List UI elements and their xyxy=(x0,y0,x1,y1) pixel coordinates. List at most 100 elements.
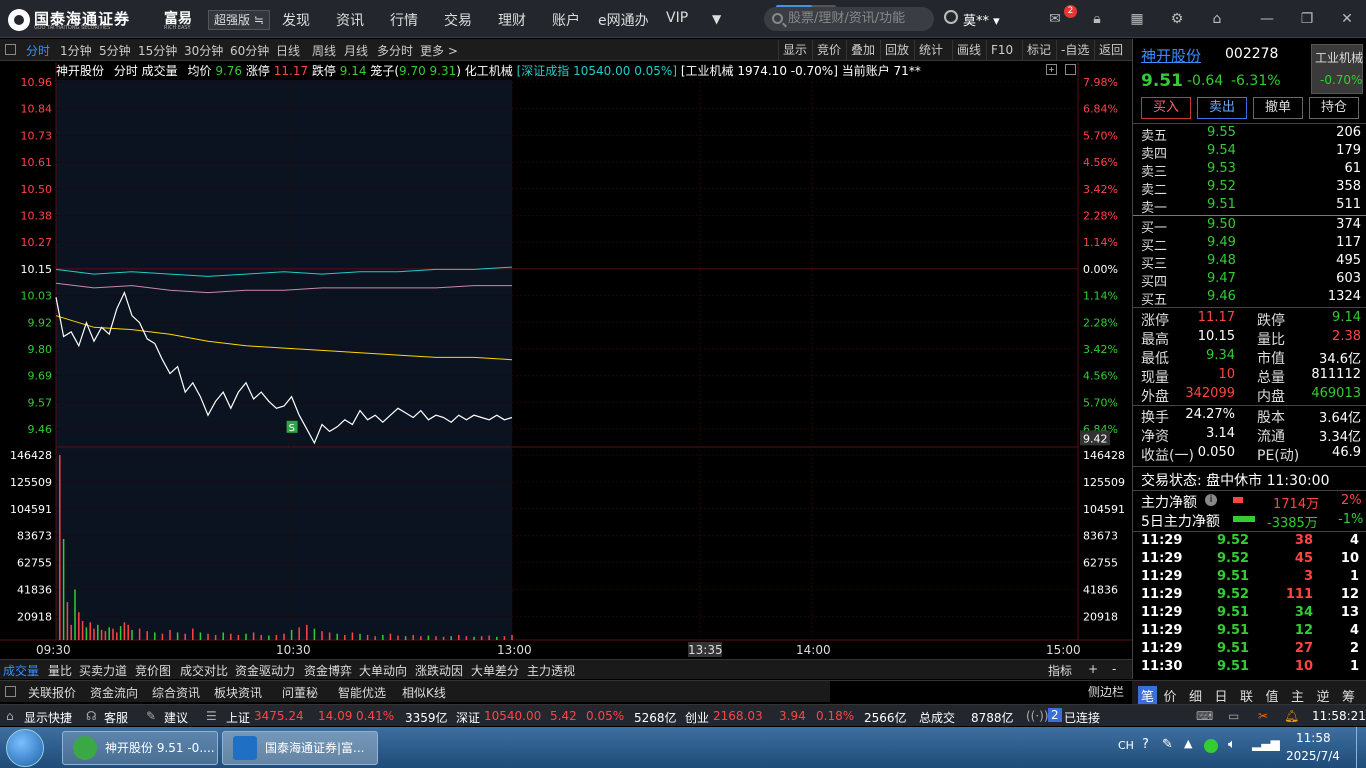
toolbar-btn-7[interactable]: 标记 xyxy=(1022,40,1055,60)
indicator-tab-8[interactable]: 涨跌动因 xyxy=(415,662,463,679)
toolbar-btn-6[interactable]: F10 xyxy=(986,40,1017,60)
indicator-tab-6[interactable]: 资金博弈 xyxy=(304,662,352,679)
settings-icon[interactable]: ⚙ xyxy=(1168,10,1186,28)
task-broker-window[interactable]: 国泰海通证券|富... xyxy=(222,731,378,765)
user-name[interactable]: 莫** ▾ xyxy=(963,10,1000,29)
mail-icon[interactable]: ✉ xyxy=(1046,10,1064,28)
start-button-icon[interactable] xyxy=(6,729,44,767)
indicator-tab-4[interactable]: 成交对比 xyxy=(180,662,228,679)
ask-row[interactable]: 卖一 9.51 511 xyxy=(1141,197,1361,216)
quote-tab-5[interactable]: 值 xyxy=(1266,686,1279,705)
period-tab-5[interactable]: 60分钟 xyxy=(230,42,269,59)
restore-icon[interactable]: ❐ xyxy=(1298,10,1316,28)
volume-icon[interactable]: 🔈︎ xyxy=(1228,737,1236,752)
indicator-tab-9[interactable]: 大单差分 xyxy=(471,662,519,679)
skin-icon[interactable]: ⌂ xyxy=(1208,10,1226,28)
quote-tab-7[interactable]: 逆 xyxy=(1317,686,1330,705)
period-tab-1[interactable]: 1分钟 xyxy=(60,42,92,59)
tool-icon[interactable]: ✂ xyxy=(1258,709,1268,723)
network-icon[interactable]: ▂▄▆ xyxy=(1252,737,1280,751)
toolbar-btn-0[interactable]: 显示 xyxy=(778,40,811,60)
close-icon[interactable]: ✕ xyxy=(1338,10,1356,28)
quote-tab-2[interactable]: 细 xyxy=(1189,686,1202,705)
subbar-toggle-icon[interactable] xyxy=(5,686,16,697)
subbar-item-4[interactable]: 问董秘 xyxy=(282,684,318,701)
toolbar-btn-8[interactable]: -自选 xyxy=(1056,40,1093,60)
suggest-link[interactable]: 建议 xyxy=(164,709,188,726)
nav-vip[interactable]: VIP xyxy=(666,10,688,26)
tray-app-icon[interactable] xyxy=(1204,739,1218,753)
subbar-item-6[interactable]: 相似K线 xyxy=(402,684,446,701)
sidebar-toggle[interactable]: 侧边栏 xyxy=(1088,683,1124,700)
indicator-ctrl-1[interactable]: + xyxy=(1088,662,1098,676)
quote-tab-6[interactable]: 主 xyxy=(1291,686,1304,705)
period-tab-9[interactable]: 多分时 xyxy=(377,42,413,59)
indicator-tab-1[interactable]: 量比 xyxy=(48,662,72,679)
tray-edit-icon[interactable]: ✎ xyxy=(1162,737,1173,752)
toggle-panel-icon[interactable] xyxy=(5,44,16,55)
period-tab-3[interactable]: 15分钟 xyxy=(138,42,177,59)
nav-account[interactable]: 账户 xyxy=(552,10,580,30)
position-button[interactable]: 持仓 xyxy=(1309,97,1359,119)
indicator-tab-7[interactable]: 大单动向 xyxy=(359,662,407,679)
cancel-order-button[interactable]: 撤单 xyxy=(1253,97,1303,119)
quote-tab-1[interactable]: 价 xyxy=(1164,686,1177,705)
grid-icon[interactable]: ▦ xyxy=(1128,10,1146,28)
subbar-item-2[interactable]: 综合资讯 xyxy=(152,684,200,701)
nav-finance[interactable]: 理财 xyxy=(498,10,526,30)
show-desktop-button[interactable] xyxy=(1356,727,1366,768)
user-icon[interactable] xyxy=(944,10,958,24)
bid-row[interactable]: 买一 9.50 374 xyxy=(1141,217,1361,236)
ask-row[interactable]: 卖四 9.54 179 xyxy=(1141,143,1361,162)
edition-switch[interactable]: 超强版 ≒ xyxy=(208,10,270,30)
quote-tab-8[interactable]: 筹 xyxy=(1342,686,1355,705)
buy-button[interactable]: 买入 xyxy=(1141,97,1191,119)
indicator-ctrl-2[interactable]: - xyxy=(1112,662,1116,676)
connection-status[interactable]: 已连接 xyxy=(1064,709,1100,726)
nav-eservice[interactable]: e网通办 xyxy=(598,10,649,30)
toolbar-btn-9[interactable]: 返回 xyxy=(1094,40,1127,60)
info-icon[interactable]: i xyxy=(1205,494,1217,506)
toolbar-btn-3[interactable]: 回放 xyxy=(880,40,913,60)
period-tab-0[interactable]: 分时 xyxy=(26,42,50,59)
nav-more-dropdown-icon[interactable]: ▼ xyxy=(712,12,721,26)
tray-arrow-icon[interactable]: ▲ xyxy=(1184,737,1192,750)
quote-tab-4[interactable]: 联 xyxy=(1240,686,1253,705)
subbar-item-5[interactable]: 智能优选 xyxy=(338,684,386,701)
nav-trade[interactable]: 交易 xyxy=(444,10,472,30)
ticker-menu-icon[interactable]: ☰ xyxy=(206,709,217,723)
lock-icon[interactable]: 🔒︎ xyxy=(1088,10,1106,28)
subbar-item-3[interactable]: 板块资讯 xyxy=(214,684,262,701)
sell-button[interactable]: 卖出 xyxy=(1197,97,1247,119)
period-tab-8[interactable]: 月线 xyxy=(344,42,368,59)
nav-market[interactable]: 行情 xyxy=(390,10,418,30)
sector-box[interactable]: 工业机械 -0.70% xyxy=(1311,44,1363,94)
quote-stock-name[interactable]: 神开股份 xyxy=(1141,45,1201,66)
keyboard-icon[interactable]: ⌨ xyxy=(1196,709,1213,723)
screen-icon[interactable]: ▭ xyxy=(1228,709,1239,723)
quote-tab-0[interactable]: 笔 xyxy=(1138,686,1158,705)
subbar-item-0[interactable]: 关联报价 xyxy=(28,684,76,701)
bid-row[interactable]: 买四 9.47 603 xyxy=(1141,271,1361,290)
subbar-item-1[interactable]: 资金流向 xyxy=(90,684,138,701)
bell-icon[interactable]: 🔔︎ xyxy=(1284,709,1299,723)
indicator-tab-2[interactable]: 买卖力道 xyxy=(79,662,127,679)
nav-discover[interactable]: 发现 xyxy=(282,10,310,30)
indicator-ctrl-0[interactable]: 指标 xyxy=(1048,662,1072,679)
tray-help-icon[interactable]: ? xyxy=(1142,737,1149,752)
period-tab-6[interactable]: 日线 xyxy=(276,42,300,59)
task-stock-window[interactable]: 神开股份 9.51 -0.... xyxy=(62,731,218,765)
toolbar-btn-2[interactable]: 叠加 xyxy=(846,40,879,60)
bid-row[interactable]: 买三 9.48 495 xyxy=(1141,253,1361,272)
ask-row[interactable]: 卖二 9.52 358 xyxy=(1141,179,1361,198)
ask-row[interactable]: 卖五 9.55 206 xyxy=(1141,125,1361,144)
period-tab-10[interactable]: 更多 > xyxy=(420,42,458,59)
toolbar-btn-5[interactable]: 画线 xyxy=(952,40,985,60)
ask-row[interactable]: 卖三 9.53 61 xyxy=(1141,161,1361,180)
bid-row[interactable]: 买二 9.49 117 xyxy=(1141,235,1361,254)
indicator-tab-3[interactable]: 竞价图 xyxy=(135,662,171,679)
edit-icon[interactable]: ✎ xyxy=(146,709,156,723)
indicator-tab-0[interactable]: 成交量 xyxy=(3,662,39,679)
quote-tab-3[interactable]: 日 xyxy=(1215,686,1228,705)
indicator-tab-5[interactable]: 资金驱动力 xyxy=(235,662,295,679)
